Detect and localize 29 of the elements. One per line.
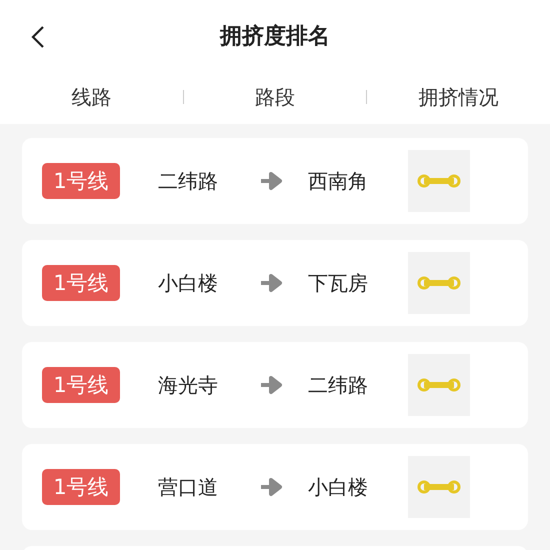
line-badge: 1号线 [42, 367, 120, 403]
station-name: 小白楼 [158, 270, 219, 296]
station-name: 西南角 [308, 168, 369, 194]
route-card[interactable]: 1号线 小白楼 下瓦房 [22, 240, 528, 326]
connector-icon [417, 377, 461, 393]
route-card[interactable]: 1号线 海光寺 二纬路 [22, 342, 528, 428]
station-name: 小白楼 [308, 474, 369, 500]
route-card[interactable]: 1号线 二纬路 西南角 [22, 138, 528, 224]
station-name: 二纬路 [158, 168, 219, 194]
station-name: 二纬路 [308, 372, 369, 398]
arrow-icon [260, 171, 284, 191]
column-header: 路段 [254, 84, 296, 110]
station-name: 下瓦房 [308, 270, 369, 296]
column-header: 线路 [70, 84, 112, 110]
connector-icon [417, 479, 461, 495]
station-name: 营口道 [158, 474, 219, 500]
connector-icon [417, 173, 461, 189]
column-header: 拥挤情况 [418, 84, 500, 110]
back-icon[interactable] [31, 25, 45, 49]
route-card[interactable]: 1号线 营口道 小白楼 [22, 444, 528, 530]
arrow-icon [260, 477, 284, 497]
station-name: 海光寺 [158, 372, 219, 398]
line-badge: 1号线 [42, 265, 120, 301]
arrow-icon [260, 273, 284, 293]
line-badge: 1号线 [42, 469, 120, 505]
connector-icon [417, 275, 461, 291]
page-title: 拥挤度排名 [220, 22, 330, 51]
line-badge: 1号线 [42, 163, 120, 199]
arrow-icon [260, 375, 284, 395]
